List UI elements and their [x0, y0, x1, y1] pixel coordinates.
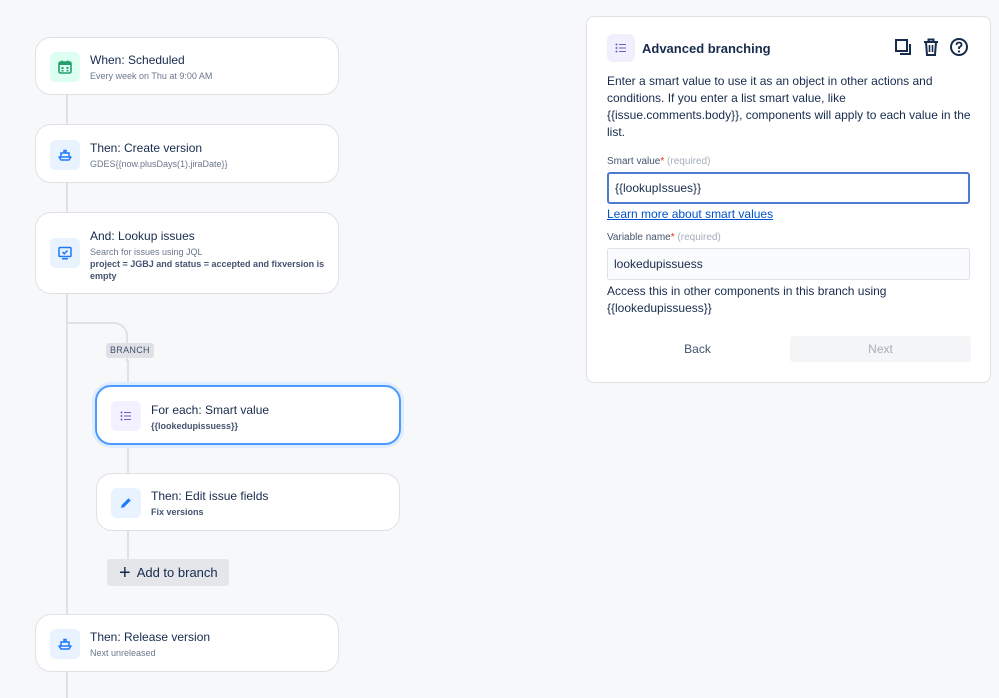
help-icon[interactable] [948, 36, 970, 58]
label-text: Variable name [607, 232, 671, 243]
card-subtitle: Next unreleased [90, 648, 156, 658]
edit-issue-fields-card[interactable]: Then: Edit issue fields Fix versions [96, 473, 400, 531]
panel-actions [892, 36, 970, 58]
add-to-branch-button[interactable]: + Add to branch [107, 559, 229, 586]
required-text: (required) [677, 232, 721, 243]
create-version-card[interactable]: Then: Create version GDES{{now.plusDays(… [35, 124, 339, 183]
learn-more-link[interactable]: Learn more about smart values [607, 207, 773, 221]
pencil-icon [111, 488, 141, 518]
release-version-card[interactable]: Then: Release version Next unreleased [35, 614, 339, 672]
panel-title: Advanced branching [642, 40, 771, 56]
trash-icon[interactable] [920, 36, 942, 58]
lookup-issues-card[interactable]: And: Lookup issues Search for issues usi… [35, 212, 339, 294]
panel-header: Advanced branching [607, 34, 970, 62]
calendar-icon [50, 52, 80, 82]
card-title: And: Lookup issues [90, 229, 195, 243]
next-button[interactable]: Next [790, 336, 971, 362]
required-text: (required) [667, 156, 711, 167]
card-subtitle: Every week on Thu at 9:00 AM [90, 71, 213, 81]
panel-description: Enter a smart value to use it as an obje… [607, 74, 971, 139]
list-icon [607, 34, 635, 62]
for-each-card[interactable]: For each: Smart value {{lookedupissuess}… [95, 385, 401, 445]
card-title: Then: Create version [90, 141, 203, 155]
variable-name-input[interactable] [607, 248, 970, 280]
monitor-check-icon [50, 238, 80, 268]
smart-value-input[interactable] [607, 172, 970, 204]
required-mark: * [670, 232, 675, 243]
jql-query: project = JGBJ and status = accepted and… [90, 259, 325, 281]
duplicate-icon[interactable] [892, 36, 914, 58]
advanced-branching-panel: Advanced branching Enter a smart value t… [586, 16, 991, 383]
plus-icon: + [119, 561, 131, 584]
branch-connector [127, 531, 129, 559]
card-title: Then: Release version [90, 630, 211, 644]
add-to-branch-label: Add to branch [136, 565, 218, 580]
card-title: For each: Smart value [151, 403, 270, 417]
ship-icon [50, 140, 80, 170]
flow-connector [66, 95, 68, 124]
label-text: Smart value [607, 156, 661, 167]
variable-name-label: Variable name* (required) [607, 232, 721, 243]
trigger-card[interactable]: When: Scheduled Every week on Thu at 9:0… [35, 37, 339, 95]
card-title: When: Scheduled [90, 53, 185, 67]
list-icon [111, 401, 141, 431]
ship-icon [50, 629, 80, 659]
branch-label: BRANCH [106, 343, 154, 358]
card-subtitle: GDES{{now.plusDays(1).jiraDate}} [90, 159, 228, 169]
branch-connector [127, 360, 129, 386]
flow-connector [66, 183, 68, 212]
card-subtitle: Search for issues using JQL [90, 247, 203, 257]
card-subtitle: Fix versions [151, 507, 204, 517]
card-subtitle: {{lookedupissuess}} [151, 421, 239, 431]
variable-help-text: Access this in other components in this … [607, 284, 887, 315]
smart-value-label: Smart value* (required) [607, 156, 710, 167]
back-button[interactable]: Back [607, 336, 788, 362]
branch-connector [127, 445, 129, 473]
card-title: Then: Edit issue fields [151, 489, 269, 503]
required-mark: * [660, 156, 665, 167]
flow-connector [66, 672, 68, 698]
